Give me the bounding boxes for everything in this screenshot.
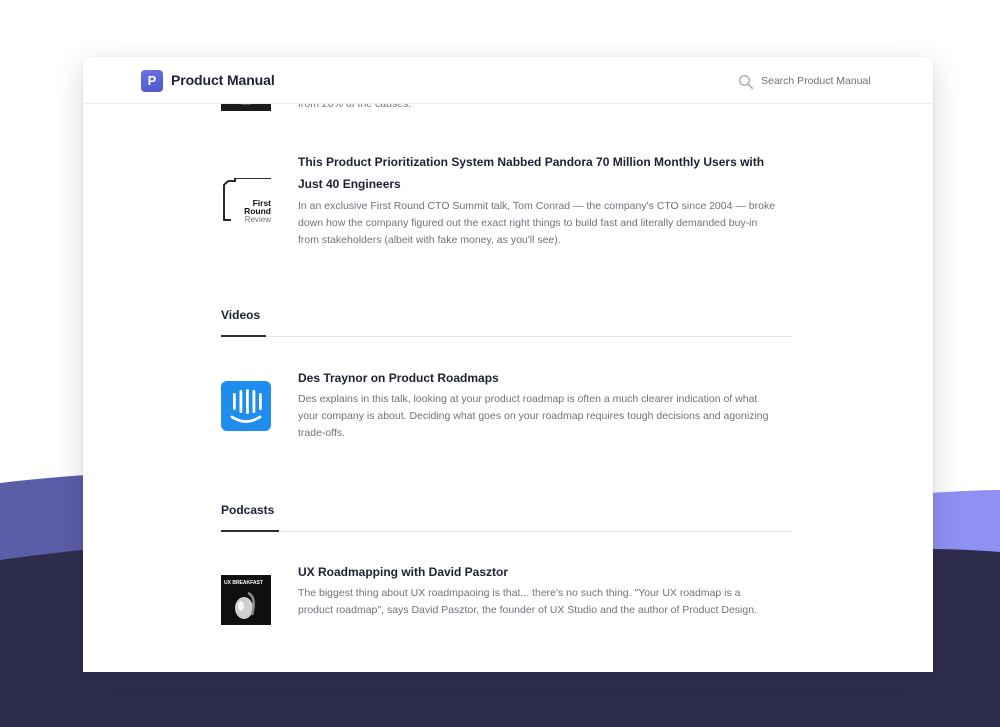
podcast-description: The biggest thing about UX roadmpaoing i… xyxy=(298,587,757,616)
section-heading-videos: Videos xyxy=(221,308,261,322)
top-bar: P Product Manual xyxy=(83,57,933,104)
thumb-ux-breakfast: UX BREAKFAST xyxy=(224,580,263,586)
section-underline xyxy=(221,335,266,337)
app-window: P Product Manual from 20% of the causes.… xyxy=(83,57,933,672)
article-title[interactable]: This Product Prioritization System Nabbe… xyxy=(298,151,778,195)
section-divider xyxy=(221,530,792,532)
article-thumbnail xyxy=(221,103,271,111)
article-description: from 20% of the causes. xyxy=(298,103,412,110)
first-round-review-logo: First Round Review xyxy=(223,178,271,224)
search-input[interactable] xyxy=(761,72,911,90)
ux-breakfast-cover: UX BREAKFAST xyxy=(221,575,271,625)
intercom-logo xyxy=(221,381,271,431)
video-title[interactable]: Des Traynor on Product Roadmaps xyxy=(298,367,778,389)
app-title[interactable]: Product Manual xyxy=(171,72,275,88)
article-description: In an exclusive First Round CTO Summit t… xyxy=(298,200,776,246)
section-divider xyxy=(221,335,792,337)
thumb-review: Review xyxy=(245,215,271,224)
logo[interactable]: P xyxy=(141,70,163,92)
video-description: Des explains in this talk, looking at yo… xyxy=(298,393,769,439)
search-icon[interactable] xyxy=(738,74,754,90)
podcast-title[interactable]: UX Roadmapping with David Pasztor xyxy=(298,561,778,583)
section-heading-podcasts: Podcasts xyxy=(221,503,275,517)
content-scroll-area[interactable]: from 20% of the causes. First Round Revi… xyxy=(83,103,933,672)
section-underline xyxy=(221,530,279,532)
